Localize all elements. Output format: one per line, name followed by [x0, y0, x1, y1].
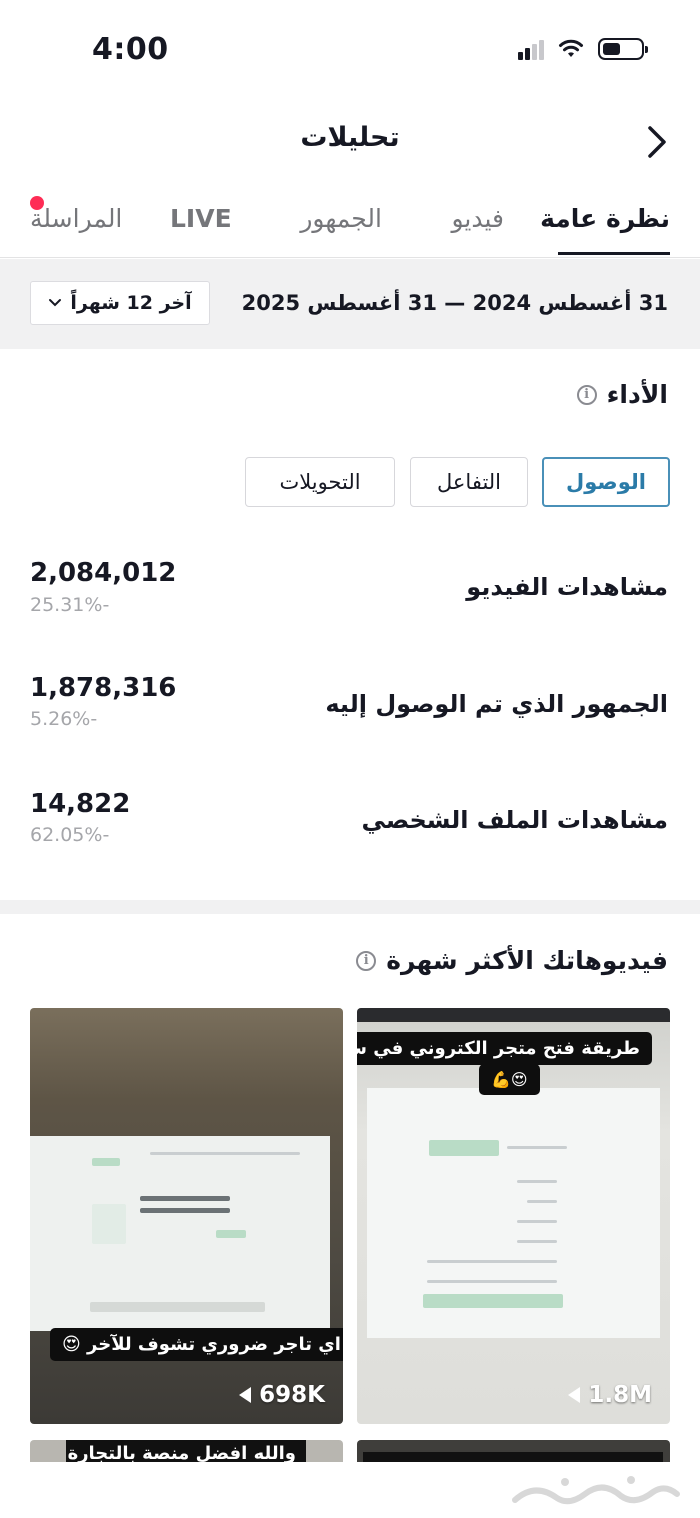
- play-icon: [568, 1387, 581, 1403]
- performance-title: الأداء: [606, 380, 668, 409]
- active-tab-indicator: [558, 252, 670, 255]
- chevron-right-icon: [648, 126, 666, 158]
- metric-label-video-views: مشاهدات الفيديو: [466, 573, 668, 601]
- metric-label-reached-audience: الجمهور الذي تم الوصول إليه: [325, 690, 668, 718]
- section-divider: [0, 900, 700, 914]
- metric-value-video-views: 2,084,012: [30, 558, 177, 588]
- date-range-text: 31 أغسطس 2024 — 31 أغسطس 2025: [241, 291, 668, 315]
- video-caption: طريقة فتح متجر الكتروني في سلة: [357, 1032, 652, 1065]
- view-count-value: 1.8M: [588, 1382, 652, 1408]
- chevron-down-icon: [49, 299, 62, 307]
- tab-overview[interactable]: نظرة عامة: [540, 204, 670, 233]
- metric-value-reached-audience: 1,878,316: [30, 673, 177, 703]
- segment-reach[interactable]: الوصول: [542, 457, 670, 507]
- metric-value-profile-views: 14,822: [30, 789, 131, 819]
- top-videos-title: فيديوهاتك الأكثر شهرة: [386, 946, 668, 975]
- play-icon: [239, 1387, 252, 1403]
- date-range-bar: 31 أغسطس 2024 — 31 أغسطس 2025 آخر 12 شهر…: [0, 259, 700, 349]
- view-count: 698K: [239, 1382, 325, 1408]
- info-icon[interactable]: i: [356, 950, 377, 971]
- status-icons: [518, 38, 648, 60]
- video-thumbnail-toolbar: [357, 1008, 670, 1022]
- tab-video[interactable]: فيديو: [452, 204, 505, 233]
- tab-live[interactable]: LIVE: [170, 204, 232, 233]
- info-icon[interactable]: i: [576, 384, 597, 405]
- back-button[interactable]: [636, 120, 676, 164]
- partial-video-caption: والله افضل منصة بالتجارة: [67, 1443, 296, 1462]
- status-bar: 4:00: [0, 0, 700, 100]
- segment-conversions[interactable]: التحويلات: [245, 457, 395, 507]
- header: تحليلات: [0, 108, 700, 176]
- video-caption: اي تاجر ضروري تشوف للآخر 😍: [50, 1328, 343, 1361]
- tab-audience[interactable]: الجمهور: [300, 204, 382, 233]
- video-card-4-partial[interactable]: والله افضل منصة بالتجارة: [30, 1440, 343, 1462]
- period-dropdown-label: آخر 12 شهراً: [70, 292, 192, 314]
- page-title: تحليلات: [300, 122, 400, 153]
- view-count-value: 698K: [259, 1382, 325, 1408]
- top-videos-heading: فيديوهاتك الأكثر شهرة i: [356, 946, 668, 975]
- view-count: 1.8M: [568, 1382, 652, 1408]
- video-thumbnail-screen: [367, 1088, 660, 1338]
- metric-change-reached-audience: 5.26%-: [30, 708, 98, 730]
- metric-label-profile-views: مشاهدات الملف الشخصي: [361, 806, 668, 834]
- metric-change-profile-views: 62.05%-: [30, 824, 110, 846]
- wifi-icon: [559, 39, 583, 57]
- video-caption-emoji: 😍💪: [479, 1064, 540, 1095]
- tab-messages[interactable]: المراسلة: [30, 204, 122, 233]
- battery-icon: [598, 38, 648, 60]
- notification-dot: [30, 196, 44, 210]
- video-card-2[interactable]: اي تاجر ضروري تشوف للآخر 😍 698K: [30, 1008, 343, 1424]
- period-dropdown[interactable]: آخر 12 شهراً: [30, 281, 210, 325]
- status-time: 4:00: [92, 32, 169, 67]
- tab-bar: نظرة عامة فيديو الجمهور LIVE المراسلة: [0, 190, 700, 258]
- video-thumbnail-screen: [30, 1136, 330, 1331]
- metric-change-video-views: 25.31%-: [30, 594, 110, 616]
- video-card-1[interactable]: طريقة فتح متجر الكتروني في سلة 😍💪 1.8M: [357, 1008, 670, 1424]
- video-card-3-partial[interactable]: [357, 1440, 670, 1462]
- segment-engagement[interactable]: التفاعل: [410, 457, 528, 507]
- performance-heading: الأداء i: [576, 380, 668, 409]
- cellular-signal-icon: [518, 38, 544, 60]
- haraj-watermark-logo: [512, 1476, 680, 1505]
